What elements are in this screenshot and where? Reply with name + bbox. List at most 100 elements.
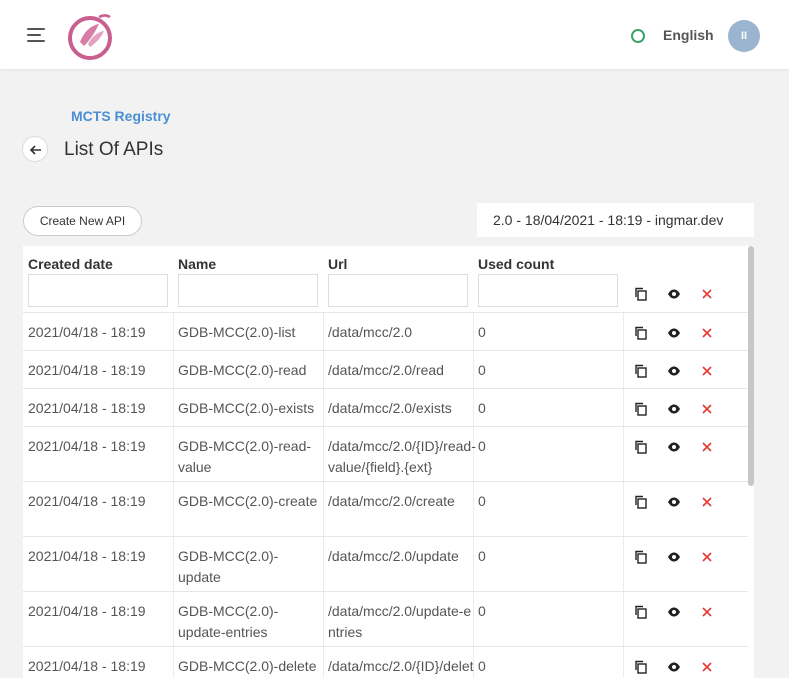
column-divider	[173, 647, 174, 678]
view-icon[interactable]	[667, 402, 681, 416]
logo-icon	[68, 14, 112, 60]
cell-created-date: 2021/04/18 - 18:19	[28, 324, 146, 340]
filter-created-date-input[interactable]	[28, 274, 168, 307]
cell-name: GDB-MCC(2.0)-exists	[178, 400, 315, 416]
column-divider	[323, 537, 324, 591]
column-divider	[623, 482, 624, 536]
table-row[interactable]: 2021/04/18 - 18:19 GDB-MCC(2.0)-delete/da…	[23, 646, 748, 678]
page-title: List Of APIs	[64, 139, 164, 160]
column-header-used-count[interactable]: Used count	[478, 256, 554, 272]
column-divider	[323, 592, 324, 646]
column-divider	[173, 482, 174, 536]
table-scrollbar[interactable]	[748, 246, 754, 486]
cell-url: /data/mcc/2.0/update-entries	[328, 603, 472, 640]
column-divider	[173, 592, 174, 646]
delete-icon[interactable]	[700, 660, 714, 674]
filter-name-input[interactable]	[178, 274, 318, 307]
delete-icon[interactable]	[700, 326, 714, 340]
status-indicator-icon	[631, 29, 645, 43]
column-divider	[323, 389, 324, 426]
table-row[interactable]: 2021/04/18 - 18:19 GDB-MCC(2.0)-read-valu…	[23, 426, 748, 481]
hamburger-menu-icon[interactable]	[27, 28, 47, 44]
view-icon[interactable]	[667, 495, 681, 509]
column-divider	[623, 592, 624, 646]
column-divider	[173, 313, 174, 350]
table-row[interactable]: 2021/04/18 - 18:19 GDB-MCC(2.0)-update-en…	[23, 591, 748, 646]
column-header-name[interactable]: Name	[178, 256, 216, 272]
copy-icon[interactable]	[634, 364, 648, 378]
view-icon[interactable]	[667, 605, 681, 619]
cell-used-count: 0	[478, 658, 486, 674]
column-divider	[323, 351, 324, 388]
column-divider	[623, 313, 624, 350]
column-header-url[interactable]: Url	[328, 256, 347, 272]
column-divider	[323, 427, 324, 481]
view-icon[interactable]	[667, 660, 681, 674]
column-divider	[623, 351, 624, 388]
table-row[interactable]: 2021/04/18 - 18:19 GDB-MCC(2.0)-list/data…	[23, 312, 748, 350]
cell-name: GDB-MCC(2.0)-list	[178, 324, 296, 340]
column-divider	[323, 647, 324, 678]
create-new-api-button[interactable]: Create New API	[23, 206, 142, 236]
cell-url: /data/mcc/2.0/read	[328, 362, 444, 378]
cell-url: /data/mcc/2.0/{ID}/read-value/{field}.{e…	[328, 438, 476, 475]
cell-created-date: 2021/04/18 - 18:19	[28, 400, 146, 416]
cell-used-count: 0	[478, 400, 486, 416]
cell-url: /data/mcc/2.0/exists	[328, 400, 452, 416]
cell-used-count: 0	[478, 324, 486, 340]
cell-name: GDB-MCC(2.0)-delete	[178, 658, 317, 674]
copy-icon[interactable]	[634, 605, 648, 619]
column-divider	[623, 389, 624, 426]
cell-created-date: 2021/04/18 - 18:19	[28, 362, 146, 378]
cell-url: /data/mcc/2.0	[328, 324, 413, 340]
view-icon[interactable]	[667, 550, 681, 564]
copy-icon[interactable]	[634, 495, 648, 509]
version-info: 2.0 - 18/04/2021 - 18:19 - ingmar.dev	[477, 203, 754, 237]
breadcrumb[interactable]: MCTS Registry	[71, 108, 171, 124]
filter-used-count-input[interactable]	[478, 274, 618, 307]
top-bar: English II	[0, 0, 789, 69]
copy-icon[interactable]	[634, 402, 648, 416]
delete-icon[interactable]	[700, 605, 714, 619]
delete-icon[interactable]	[700, 495, 714, 509]
delete-icon[interactable]	[700, 550, 714, 564]
cell-created-date: 2021/04/18 - 18:19	[28, 603, 146, 619]
table-row[interactable]: 2021/04/18 - 18:19 GDB-MCC(2.0)-create/da…	[23, 481, 748, 536]
delete-icon[interactable]	[700, 440, 714, 454]
cell-used-count: 0	[478, 438, 486, 454]
column-divider	[623, 427, 624, 481]
cell-used-count: 0	[478, 493, 486, 509]
copy-icon[interactable]	[634, 326, 648, 340]
arrow-left-icon	[29, 145, 41, 155]
column-header-created-date[interactable]: Created date	[28, 256, 113, 272]
delete-icon[interactable]	[700, 364, 714, 378]
api-table: Created date Name Url Used count 2021/04…	[23, 246, 754, 678]
column-divider	[323, 313, 324, 350]
column-divider	[173, 537, 174, 591]
copy-icon[interactable]	[634, 550, 648, 564]
table-row[interactable]: 2021/04/18 - 18:19 GDB-MCC(2.0)-read/data…	[23, 350, 748, 388]
avatar[interactable]: II	[728, 20, 760, 52]
column-divider	[623, 537, 624, 591]
table-row[interactable]: 2021/04/18 - 18:19 GDB-MCC(2.0)-update/da…	[23, 536, 748, 591]
language-selector[interactable]: English	[663, 27, 714, 43]
filter-url-input[interactable]	[328, 274, 468, 307]
delete-icon[interactable]	[700, 402, 714, 416]
delete-all-icon[interactable]	[700, 287, 714, 301]
copy-icon[interactable]	[634, 660, 648, 674]
cell-name: GDB-MCC(2.0)-update	[178, 548, 279, 585]
copy-icon[interactable]	[634, 440, 648, 454]
cell-used-count: 0	[478, 548, 486, 564]
view-icon[interactable]	[667, 440, 681, 454]
back-button[interactable]	[22, 136, 48, 162]
view-icon[interactable]	[667, 364, 681, 378]
view-icon[interactable]	[667, 326, 681, 340]
cell-url: /data/mcc/2.0/{ID}/delet	[328, 658, 474, 674]
cell-name: GDB-MCC(2.0)-read	[178, 362, 307, 378]
copy-all-icon[interactable]	[634, 287, 648, 301]
column-divider	[623, 647, 624, 678]
view-all-icon[interactable]	[667, 287, 681, 301]
cell-created-date: 2021/04/18 - 18:19	[28, 658, 146, 674]
cell-created-date: 2021/04/18 - 18:19	[28, 493, 146, 509]
table-row[interactable]: 2021/04/18 - 18:19 GDB-MCC(2.0)-exists/da…	[23, 388, 748, 426]
